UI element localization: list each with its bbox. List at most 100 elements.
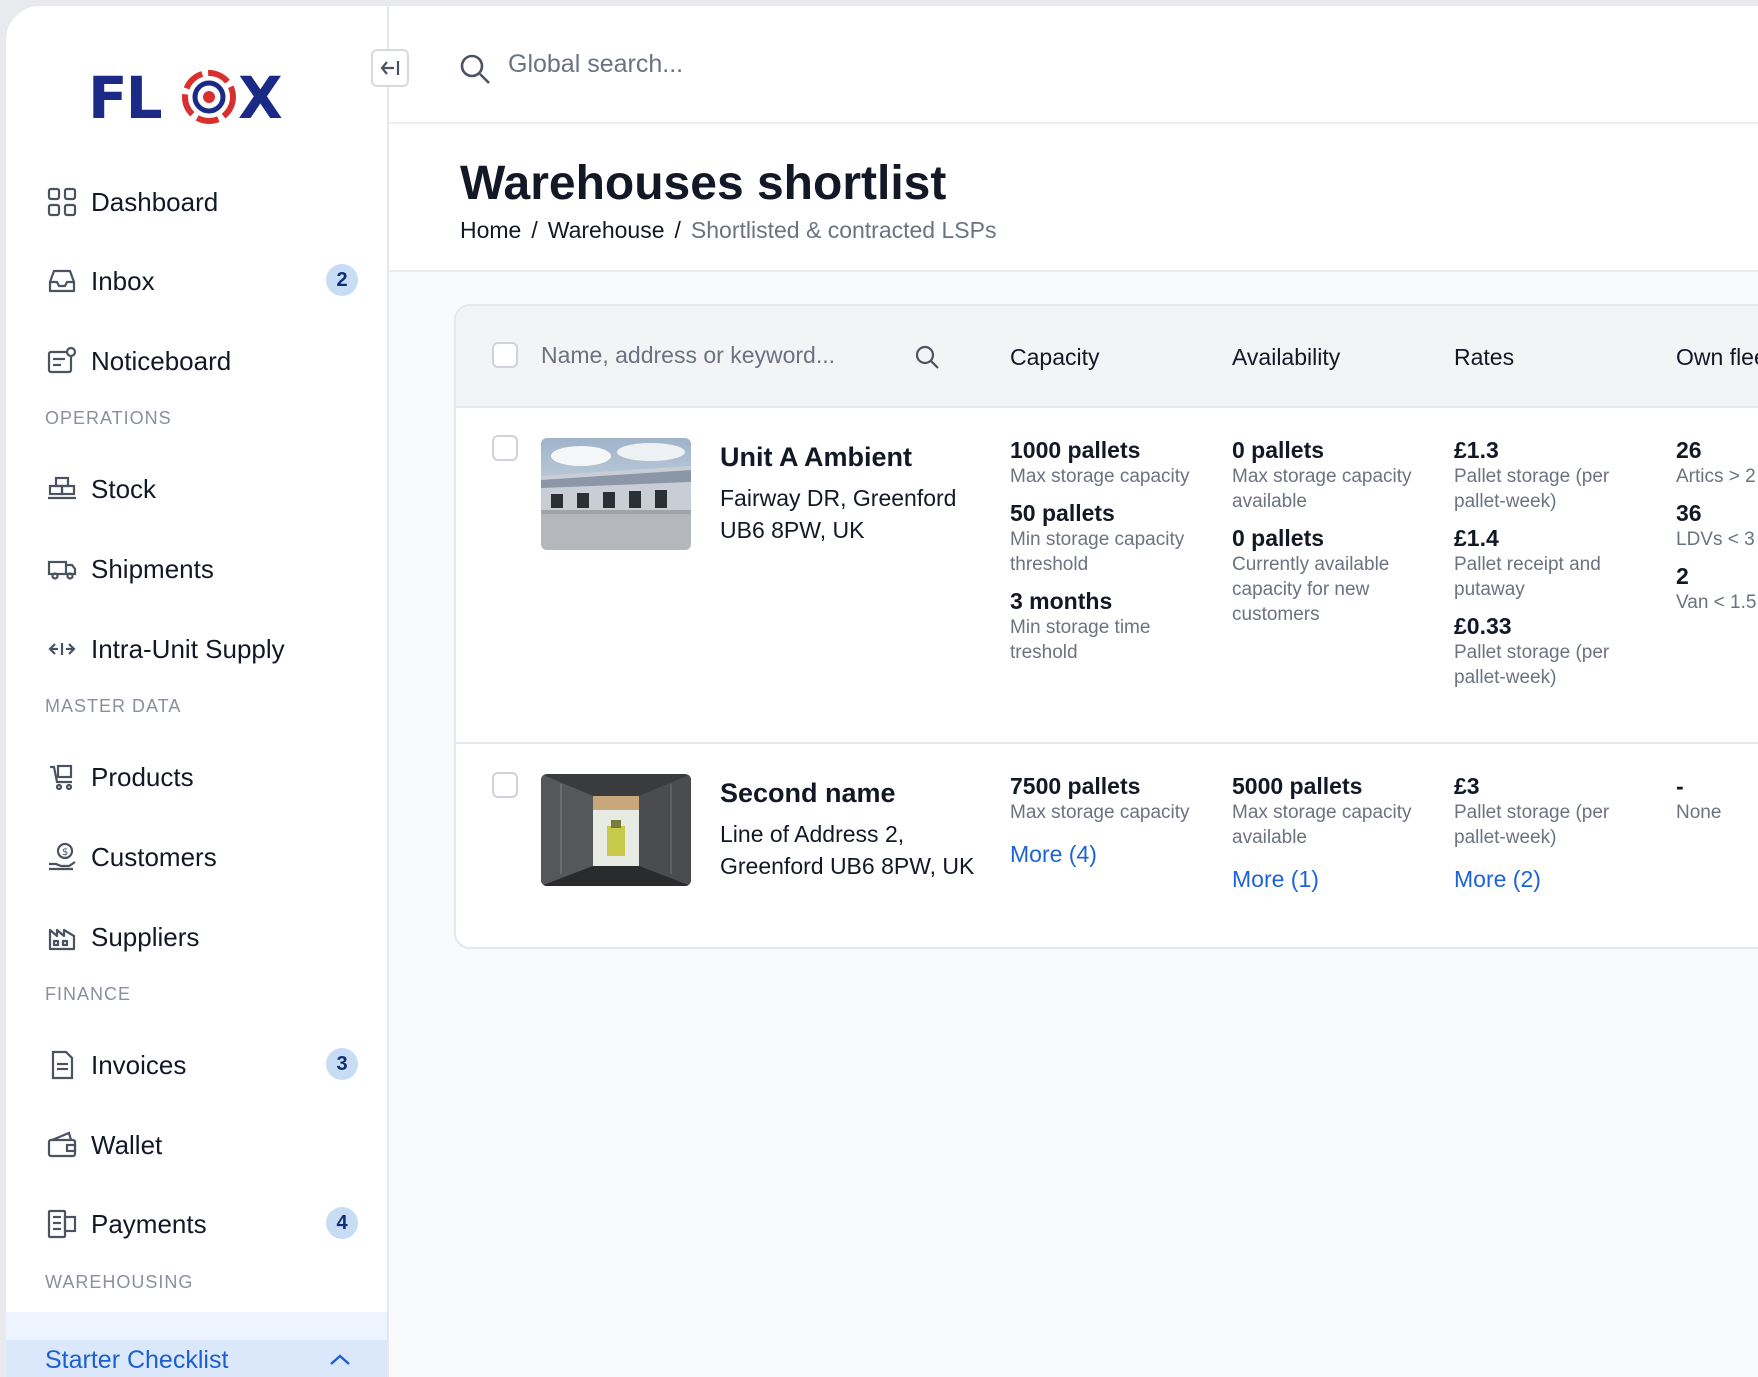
section-label-operations: OPERATIONS <box>45 408 172 428</box>
fleet-value: 36 <box>1676 500 1702 526</box>
column-header-rates[interactable]: Rates <box>1454 344 1514 371</box>
top-bar <box>389 6 1758 124</box>
sidebar-item-label: Invoices <box>91 1049 187 1080</box>
starter-checklist-label: Starter Checklist <box>45 1345 229 1374</box>
sidebar-item-label: Inbox <box>91 265 155 296</box>
search-icon <box>459 53 491 90</box>
sidebar-item-invoices[interactable]: Invoices 3 <box>44 1037 364 1093</box>
sidebar-item-label: Suppliers <box>91 921 200 952</box>
capacity-desc: Min storage time treshold <box>1010 617 1151 663</box>
sidebar-item-payments[interactable]: Payments 4 <box>44 1196 364 1252</box>
availability-more-link[interactable]: More (1) <box>1232 866 1432 893</box>
availability-cell: 0 pallets Max storage capacity available… <box>1232 436 1432 627</box>
availability-desc: Max storage capacity available <box>1232 466 1412 512</box>
table-search-input[interactable] <box>541 342 861 369</box>
capacity-value: 7500 pallets <box>1010 773 1141 799</box>
warehouse-photo <box>541 774 691 886</box>
page-title: Warehouses shortlist <box>460 157 947 210</box>
payments-icon <box>44 1206 80 1242</box>
capacity-cell: 7500 pallets Max storage capacity More (… <box>1010 772 1210 868</box>
rate-value: £1.3 <box>1454 437 1499 463</box>
rate-desc: Pallet receipt and putaway <box>1454 554 1601 600</box>
sidebar-item-stock[interactable]: Stock <box>44 461 364 517</box>
invoices-count-badge: 3 <box>326 1048 358 1080</box>
table-row[interactable]: Unit A Ambient Fairway DR, Greenford UB6… <box>456 408 1758 744</box>
inbox-count-badge: 2 <box>326 264 358 296</box>
payments-count-badge: 4 <box>326 1207 358 1239</box>
fleet-value: - <box>1676 773 1684 799</box>
availability-value: 0 pallets <box>1232 525 1325 551</box>
sidebar-item-label: Intra-Unit Supply <box>91 633 285 664</box>
global-search-input[interactable] <box>508 50 1108 79</box>
fleet-value: 2 <box>1676 563 1689 589</box>
section-label-master-data: MASTER DATA <box>45 696 182 716</box>
rate-value: £3 <box>1454 773 1480 799</box>
availability-value: 0 pallets <box>1232 437 1325 463</box>
svg-text:X: X <box>238 64 283 132</box>
row-checkbox[interactable] <box>492 435 518 461</box>
sidebar-item-label: Stock <box>91 473 157 504</box>
table-row[interactable]: Second name Line of Address 2, Greenford… <box>456 744 1758 947</box>
warehouses-table: Capacity Availability Rates Own flee <box>454 304 1758 949</box>
sidebar-item-wallet[interactable]: Wallet <box>44 1117 364 1173</box>
noticeboard-icon <box>44 343 80 379</box>
capacity-value: 1000 pallets <box>1010 437 1141 463</box>
breadcrumb-separator: / <box>531 217 538 243</box>
sidebar-item-dashboard[interactable]: Dashboard <box>44 174 364 230</box>
search-icon[interactable] <box>914 344 940 375</box>
sidebar-item-suppliers[interactable]: Suppliers <box>44 909 364 965</box>
section-label-warehousing: WAREHOUSING <box>45 1272 194 1292</box>
page-header: Warehouses shortlist Home / Warehouse / … <box>389 124 1758 272</box>
rate-value: £0.33 <box>1454 613 1512 639</box>
warehouse-name[interactable]: Unit A Ambient <box>720 442 912 473</box>
collapse-icon <box>380 61 400 75</box>
fleet-value: 26 <box>1676 437 1702 463</box>
starter-checklist-bar[interactable]: Starter Checklist <box>6 1340 387 1377</box>
collapse-sidebar-button[interactable] <box>371 49 409 87</box>
fleet-desc: LDVs < 3 <box>1676 529 1755 550</box>
capacity-more-link[interactable]: More (4) <box>1010 841 1210 868</box>
sidebar-item-noticeboard[interactable]: Noticeboard <box>44 333 364 389</box>
cart-icon <box>44 759 80 795</box>
breadcrumb-warehouse[interactable]: Warehouse <box>548 217 665 244</box>
sidebar: FL X Dashboard Inbox 2 Noticeboard OPERA… <box>6 6 389 1377</box>
fleet-desc: Artics > 2 <box>1676 466 1756 487</box>
sidebar-item-label: Wallet <box>91 1129 163 1160</box>
customers-icon: $ <box>44 839 80 875</box>
sidebar-item-intra-unit-supply[interactable]: Intra-Unit Supply <box>44 621 364 677</box>
app-window: FL X Dashboard Inbox 2 Noticeboard OPERA… <box>6 6 1758 1377</box>
availability-desc: Currently available capacity for new cus… <box>1232 554 1390 625</box>
column-header-availability[interactable]: Availability <box>1232 344 1340 371</box>
rate-desc: Pallet storage (per pallet-week) <box>1454 642 1610 688</box>
fleet-cell: 26 Artics > 2 36 LDVs < 3 2 Van < 1.5 <box>1676 436 1758 615</box>
rates-cell: £3 Pallet storage (per pallet-week) More… <box>1454 772 1654 893</box>
warehouse-address: Line of Address 2, Greenford UB6 8PW, UK <box>720 821 975 879</box>
wallet-icon <box>44 1127 80 1163</box>
chevron-up-icon[interactable] <box>328 1350 352 1375</box>
sidebar-item-label: Payments <box>91 1208 207 1239</box>
capacity-cell: 1000 pallets Max storage capacity 50 pal… <box>1010 436 1210 665</box>
breadcrumb-separator: / <box>674 217 681 243</box>
fleet-desc: None <box>1676 802 1722 823</box>
rates-cell: £1.3 Pallet storage (per pallet-week) £1… <box>1454 436 1654 690</box>
column-header-own-fleet[interactable]: Own flee <box>1676 344 1758 371</box>
sidebar-item-label: Shipments <box>91 553 214 584</box>
capacity-desc: Max storage capacity <box>1010 802 1190 823</box>
breadcrumb-home[interactable]: Home <box>460 217 521 244</box>
sidebar-item-inbox[interactable]: Inbox 2 <box>44 253 364 309</box>
truck-icon <box>44 551 80 587</box>
sidebar-item-label: Customers <box>91 841 217 872</box>
warehouse-name[interactable]: Second name <box>720 778 896 809</box>
row-checkbox[interactable] <box>492 772 518 798</box>
sidebar-item-customers[interactable]: $ Customers <box>44 829 364 885</box>
select-all-checkbox[interactable] <box>492 342 518 368</box>
column-header-capacity[interactable]: Capacity <box>1010 344 1099 371</box>
warehouse-photo <box>541 438 691 550</box>
svg-text:$: $ <box>62 847 68 858</box>
rates-more-link[interactable]: More (2) <box>1454 866 1654 893</box>
sidebar-item-products[interactable]: Products <box>44 749 364 805</box>
inbox-icon <box>44 263 80 299</box>
sidebar-item-label: Noticeboard <box>91 345 232 376</box>
sidebar-item-shipments[interactable]: Shipments <box>44 541 364 597</box>
sidebar-item-label: Products <box>91 761 194 792</box>
